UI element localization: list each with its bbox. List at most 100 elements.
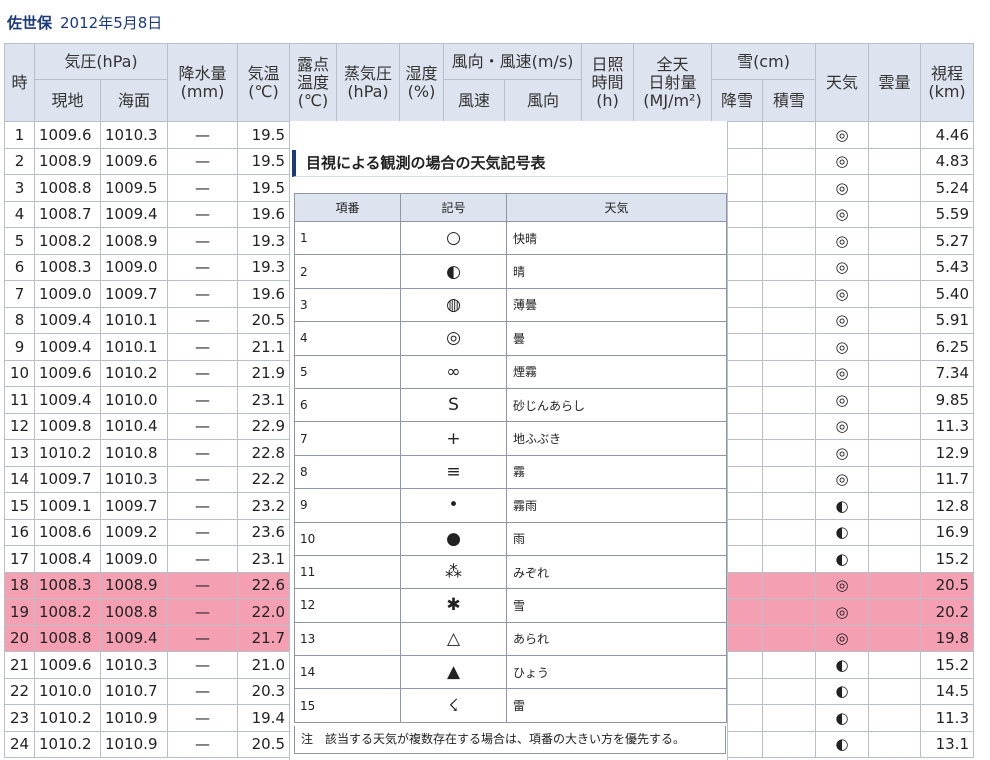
weather-symbol-icon: ◎ <box>400 321 507 356</box>
weather-cell: ◐ <box>815 492 869 520</box>
visibility-cell: 5.43 <box>920 253 974 281</box>
visibility-cell: 13.1 <box>920 730 974 758</box>
visibility-cell: 11.3 <box>920 412 974 440</box>
legend-number: 10 <box>294 521 401 556</box>
snow-depth-cell <box>762 465 816 493</box>
temp-cell: 21.0 <box>237 651 290 679</box>
legend-weather-label: ひょう <box>506 655 727 690</box>
cloud-cell <box>868 651 921 679</box>
cloud-cell <box>868 280 921 308</box>
temp-cell: 23.6 <box>237 518 290 546</box>
legend-number: 15 <box>294 688 401 723</box>
weather-cell: ◐ <box>815 651 869 679</box>
precip-cell: — <box>167 227 238 255</box>
place-name: 佐世保 <box>7 14 53 32</box>
hour-cell: 3 <box>4 174 35 202</box>
legend-weather-label: 霧雨 <box>506 488 727 523</box>
weather-cell: ◎ <box>815 280 869 308</box>
temp-cell: 19.4 <box>237 704 290 732</box>
precip-cell: — <box>167 412 238 440</box>
col-header-pressure-station: 現地 <box>34 79 101 122</box>
temp-cell: 21.7 <box>237 624 290 652</box>
weather-cell: ◐ <box>815 545 869 573</box>
temp-cell: 19.5 <box>237 174 290 202</box>
legend-weather-label: 煙霧 <box>506 354 727 389</box>
snow-depth-cell <box>762 651 816 679</box>
precip-cell: — <box>167 200 238 228</box>
temp-cell: 19.5 <box>237 121 290 149</box>
legend-row: 15 ☇ 雷 <box>294 688 727 723</box>
pressure-station-cell: 1009.0 <box>34 280 101 308</box>
snow-depth-cell <box>762 253 816 281</box>
pressure-station-cell: 1010.2 <box>34 704 101 732</box>
cloud-cell <box>868 571 921 599</box>
pressure-sea-cell: 1009.5 <box>100 174 168 202</box>
temp-cell: 20.3 <box>237 677 290 705</box>
temp-cell: 19.3 <box>237 253 290 281</box>
legend-row: 1 ○ 快晴 <box>294 220 727 256</box>
snow-depth-cell <box>762 412 816 440</box>
precip-cell: — <box>167 359 238 387</box>
weather-cell: ◎ <box>815 227 869 255</box>
weather-cell: ◎ <box>815 386 869 414</box>
temp-cell: 22.0 <box>237 598 290 626</box>
weather-symbol-legend: 目視による観測の場合の天気記号表 項番 記号 天気 1 ○ 快晴 2 ◐ 晴 3 ◍ 薄曇 4 ◎ 曇… <box>289 121 728 760</box>
snow-depth-cell <box>762 200 816 228</box>
cloud-cell <box>868 386 921 414</box>
pressure-station-cell: 1008.4 <box>34 545 101 573</box>
weather-cell: ◎ <box>815 465 869 493</box>
hour-cell: 11 <box>4 386 35 414</box>
pressure-station-cell: 1009.6 <box>34 359 101 387</box>
hour-cell: 22 <box>4 677 35 705</box>
legend-weather-label: 晴 <box>506 254 727 289</box>
pressure-sea-cell: 1010.1 <box>100 306 168 334</box>
pressure-sea-cell: 1010.3 <box>100 121 168 149</box>
pressure-sea-cell: 1010.4 <box>100 412 168 440</box>
hour-cell: 6 <box>4 253 35 281</box>
legend-row: 10 ● 雨 <box>294 521 727 556</box>
weather-symbol-icon: ≡ <box>400 454 507 490</box>
pressure-sea-cell: 1010.9 <box>100 704 168 732</box>
hour-cell: 4 <box>4 200 35 228</box>
cloud-cell <box>868 412 921 440</box>
hour-cell: 7 <box>4 280 35 308</box>
weather-symbol-icon: ☇ <box>400 688 507 723</box>
visibility-cell: 5.27 <box>920 227 974 255</box>
pressure-station-cell: 1008.9 <box>34 147 101 175</box>
pressure-sea-cell: 1010.0 <box>100 386 168 414</box>
pressure-station-cell: 1008.2 <box>34 227 101 255</box>
legend-row: 6 S 砂じんあらし <box>294 387 727 423</box>
snow-depth-cell <box>762 545 816 573</box>
visibility-cell: 5.40 <box>920 280 974 308</box>
cloud-cell <box>868 624 921 652</box>
snow-depth-cell <box>762 174 816 202</box>
temp-cell: 20.5 <box>237 730 290 758</box>
legend-number: 9 <box>294 488 401 523</box>
visibility-cell: 16.9 <box>920 518 974 546</box>
legend-row: 4 ◎ 曇 <box>294 321 727 356</box>
legend-row: 2 ◐ 晴 <box>294 254 727 289</box>
visibility-cell: 5.59 <box>920 200 974 228</box>
visibility-cell: 12.8 <box>920 492 974 520</box>
legend-row: 3 ◍ 薄曇 <box>294 287 727 323</box>
weather-cell: ◎ <box>815 253 869 281</box>
precip-cell: — <box>167 624 238 652</box>
pressure-station-cell: 1009.4 <box>34 386 101 414</box>
cloud-cell <box>868 333 921 361</box>
col-header-snow-depth: 積雪 <box>762 79 816 122</box>
hour-cell: 10 <box>4 359 35 387</box>
col-header-hour: 時 <box>4 43 35 122</box>
weather-symbol-icon: S <box>400 387 507 423</box>
snow-depth-cell <box>762 306 816 334</box>
temp-cell: 23.1 <box>237 386 290 414</box>
pressure-sea-cell: 1010.3 <box>100 651 168 679</box>
legend-weather-label: 地ふぶき <box>506 421 727 456</box>
pressure-station-cell: 1008.7 <box>34 200 101 228</box>
snow-depth-cell <box>762 624 816 652</box>
temp-cell: 19.6 <box>237 280 290 308</box>
legend-weather-label: あられ <box>506 621 727 657</box>
weather-symbol-icon: ⁂ <box>400 554 507 590</box>
col-header-snow: 雪(cm) <box>711 43 816 80</box>
legend-weather-label: 雪 <box>506 588 727 623</box>
legend-number: 8 <box>294 454 401 490</box>
